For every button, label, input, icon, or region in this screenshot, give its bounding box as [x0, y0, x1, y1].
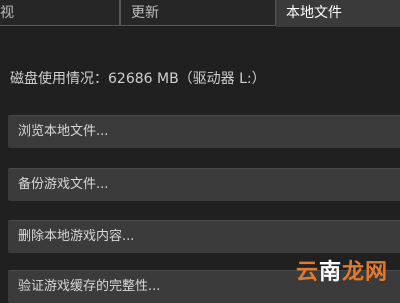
browse-local-files-button[interactable]: 浏览本地文件...	[8, 115, 400, 148]
delete-local-content-button[interactable]: 删除本地游戏内容...	[8, 220, 400, 253]
watermark-part-1: 云	[295, 260, 319, 285]
tab-updates[interactable]: 更新	[120, 0, 276, 26]
watermark-part-2: 南	[318, 260, 342, 285]
tab-view[interactable]: 视	[0, 0, 120, 26]
tab-local-files[interactable]: 本地文件	[276, 0, 400, 27]
watermark-logo: 云南龙网	[296, 254, 388, 286]
watermark-part-3: 龙网	[341, 260, 388, 285]
disk-usage-label: 磁盘使用情况：62686 MB（驱动器 L:）	[10, 71, 266, 87]
tab-bar: 视 更新 本地文件	[0, 0, 400, 27]
backup-game-files-button[interactable]: 备份游戏文件...	[8, 168, 400, 201]
